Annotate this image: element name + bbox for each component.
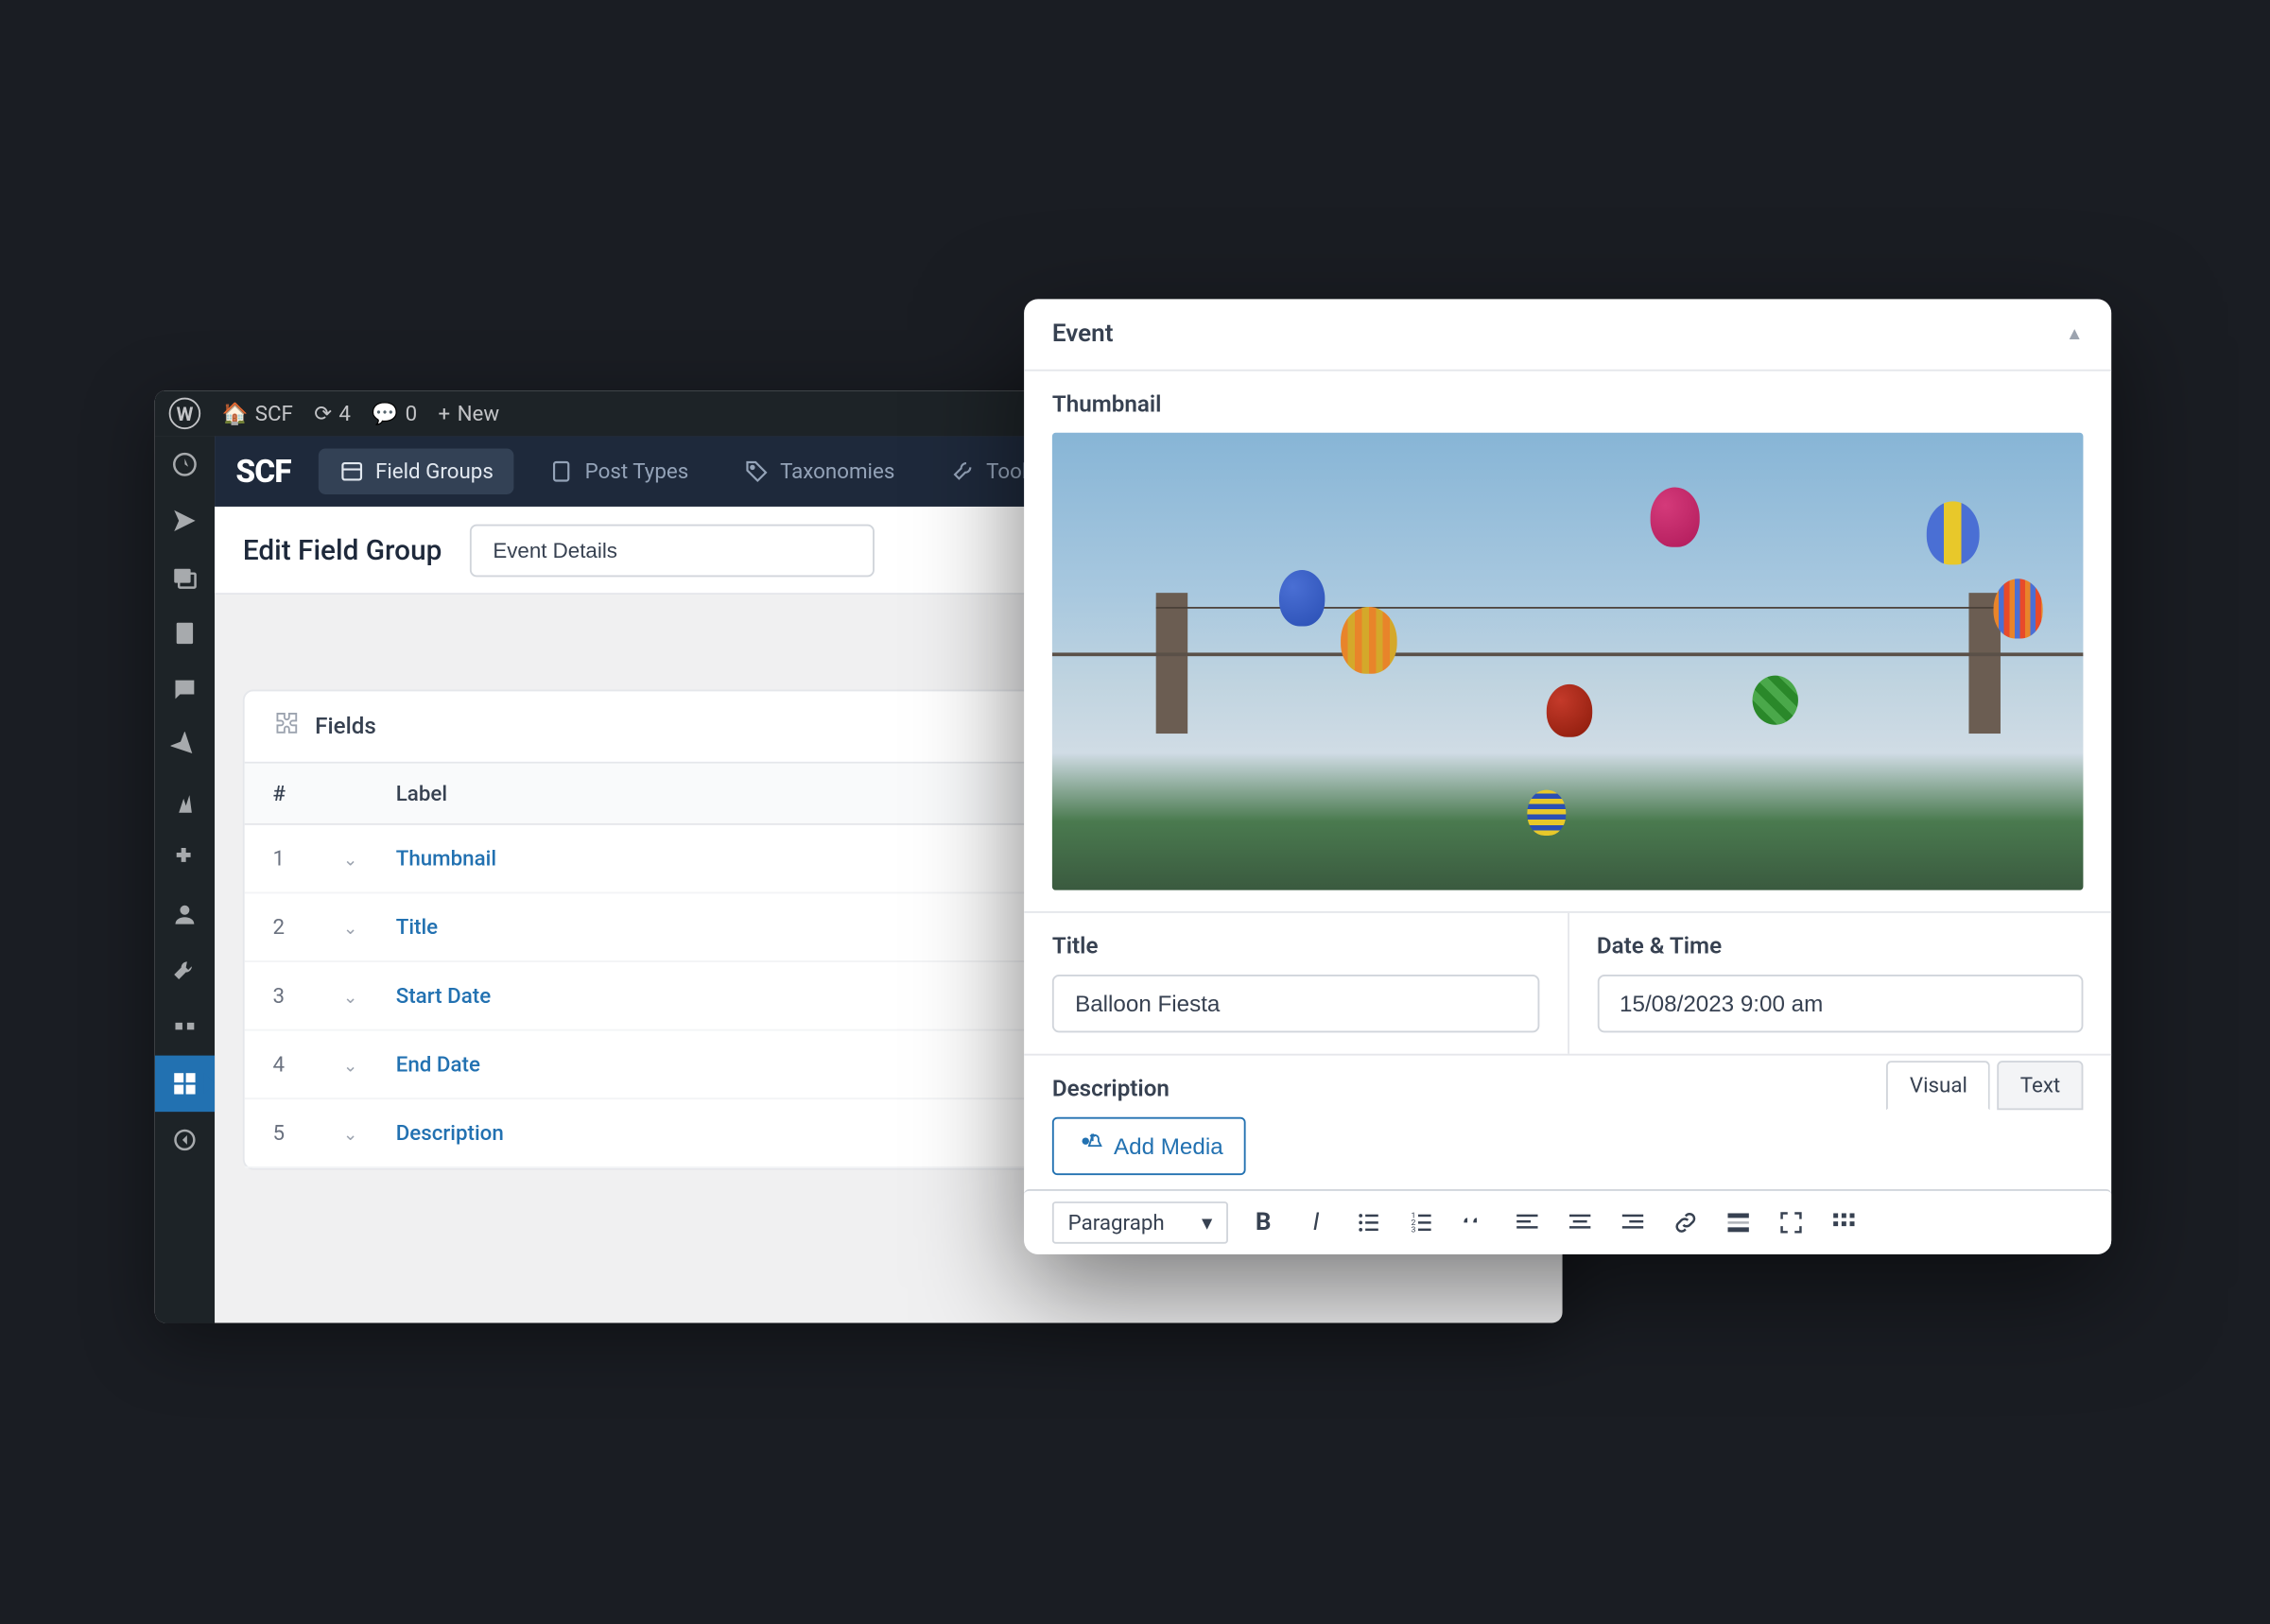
toolbar-toggle-button[interactable] <box>1827 1205 1862 1240</box>
event-header: Event ▲ <box>1024 299 2111 371</box>
description-section: Description Add Media Visual Text Paragr… <box>1024 1054 2111 1254</box>
sidebar-settings[interactable] <box>155 999 215 1056</box>
align-left-button[interactable] <box>1510 1205 1545 1240</box>
collapse-icon[interactable]: ▲ <box>2066 324 2083 343</box>
sidebar-appearance[interactable] <box>155 774 215 831</box>
quote-button[interactable] <box>1457 1205 1492 1240</box>
read-more-button[interactable] <box>1721 1205 1756 1240</box>
tag-icon <box>745 459 770 484</box>
fullscreen-button[interactable] <box>1774 1205 1809 1240</box>
tab-visual[interactable]: Visual <box>1887 1061 1990 1110</box>
thumbnail-section: Thumbnail <box>1024 371 2111 911</box>
page-title: Edit Field Group <box>243 533 442 566</box>
home-icon: 🏠 <box>221 401 248 425</box>
chevron-down-icon[interactable]: ⌄ <box>343 989 358 1008</box>
tab-text[interactable]: Text <box>1998 1061 2084 1110</box>
wp-logo-menu[interactable]: W <box>169 398 200 429</box>
plus-icon: + <box>438 401 450 425</box>
thumbnail-image[interactable] <box>1052 433 2084 890</box>
title-cell: Title <box>1024 913 1568 1054</box>
sidebar-pages[interactable] <box>155 605 215 662</box>
bold-button[interactable]: B <box>1246 1205 1281 1240</box>
chevron-down-icon[interactable]: ⌄ <box>343 920 358 939</box>
wp-admin-sidebar <box>155 437 215 1323</box>
nav-label: Taxonomies <box>780 459 894 484</box>
sidebar-dashboard[interactable] <box>155 437 215 493</box>
italic-button[interactable]: I <box>1298 1205 1333 1240</box>
update-icon: ⟳ <box>314 401 332 425</box>
title-date-row: Title Date & Time <box>1024 911 2111 1054</box>
chevron-down-icon[interactable]: ⌄ <box>343 1126 358 1145</box>
tools-icon <box>951 459 976 484</box>
comment-count: 0 <box>406 401 418 425</box>
updates-link[interactable]: ⟳ 4 <box>314 401 351 425</box>
nav-label: Field Groups <box>375 459 494 484</box>
date-cell: Date & Time <box>1568 913 2111 1054</box>
site-name: SCF <box>255 401 293 425</box>
sidebar-plugins[interactable] <box>155 830 215 887</box>
sidebar-collapse[interactable] <box>155 1112 215 1168</box>
nav-post-types[interactable]: Post Types <box>529 449 710 494</box>
numbered-list-button[interactable]: 123 <box>1404 1205 1439 1240</box>
new-label: New <box>458 401 500 425</box>
format-select[interactable]: Paragraph ▾ <box>1052 1201 1228 1244</box>
wordpress-icon: W <box>169 398 200 429</box>
nav-field-groups[interactable]: Field Groups <box>319 449 514 494</box>
thumbnail-label: Thumbnail <box>1052 392 2084 419</box>
puzzle-icon <box>272 709 301 744</box>
site-name-link[interactable]: 🏠 SCF <box>221 401 292 425</box>
event-title-input[interactable] <box>1052 975 1539 1032</box>
sidebar-scf[interactable] <box>155 1056 215 1113</box>
sidebar-tools[interactable] <box>155 942 215 999</box>
comment-icon: 💬 <box>372 401 398 425</box>
title-label: Title <box>1052 934 1539 960</box>
event-date-input[interactable] <box>1597 975 2084 1032</box>
event-heading: Event <box>1052 320 1114 349</box>
comments-link[interactable]: 💬 0 <box>372 401 417 425</box>
update-count: 4 <box>338 401 351 425</box>
group-name-input[interactable] <box>470 524 875 577</box>
chevron-down-icon[interactable]: ⌄ <box>343 852 358 871</box>
add-media-label: Add Media <box>1114 1132 1223 1159</box>
svg-text:3: 3 <box>1412 1225 1416 1235</box>
sidebar-posts[interactable] <box>155 492 215 549</box>
event-metabox: Event ▲ Thumbnail Title Date & Time <box>1024 299 2111 1254</box>
scf-logo: SCF <box>235 453 290 490</box>
media-icon <box>1075 1130 1103 1163</box>
nav-label: Post Types <box>585 459 689 484</box>
nav-taxonomies[interactable]: Taxonomies <box>724 449 916 494</box>
align-center-button[interactable] <box>1563 1205 1598 1240</box>
col-num-header: # <box>272 781 342 805</box>
sidebar-users[interactable] <box>155 887 215 943</box>
chevron-down-icon[interactable]: ⌄ <box>343 1057 358 1076</box>
align-right-button[interactable] <box>1615 1205 1650 1240</box>
layout-icon <box>340 459 365 484</box>
bullet-list-button[interactable] <box>1351 1205 1386 1240</box>
date-label: Date & Time <box>1597 934 2084 960</box>
new-content-link[interactable]: + New <box>438 401 499 425</box>
sidebar-item-a[interactable] <box>155 717 215 774</box>
add-media-button[interactable]: Add Media <box>1052 1117 1246 1175</box>
editor-tabs: Visual Text <box>1887 1061 2084 1110</box>
link-button[interactable] <box>1668 1205 1703 1240</box>
sidebar-media[interactable] <box>155 549 215 606</box>
editor-toolbar: Paragraph ▾ B I 123 <box>1024 1189 2111 1254</box>
sidebar-comments[interactable] <box>155 662 215 718</box>
chevron-down-icon: ▾ <box>1202 1210 1212 1235</box>
fields-heading: Fields <box>315 714 376 740</box>
document-icon <box>549 459 574 484</box>
